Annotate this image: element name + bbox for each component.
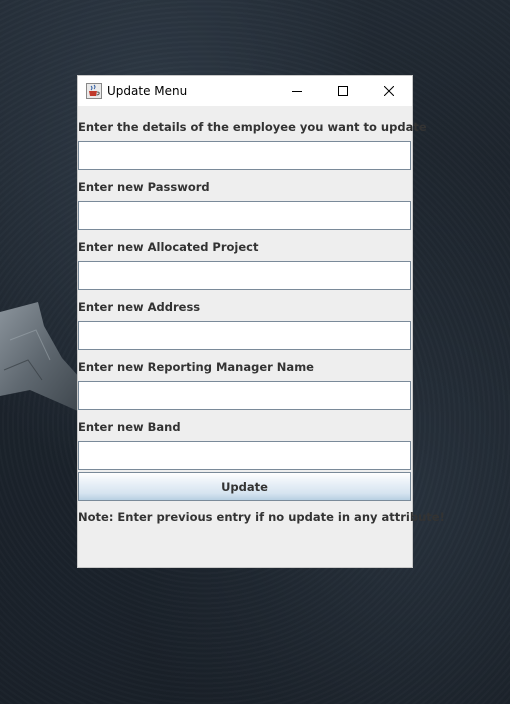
reporting-manager-label: Enter new Reporting Manager Name bbox=[78, 360, 314, 374]
minimize-icon bbox=[292, 91, 302, 92]
allocated-project-label: Enter new Allocated Project bbox=[78, 240, 259, 254]
reporting-manager-input[interactable] bbox=[78, 381, 411, 410]
update-note: Note: Enter previous entry if no update … bbox=[78, 510, 445, 524]
desktop-wallpaper-shape bbox=[0, 302, 80, 412]
address-input[interactable] bbox=[78, 321, 411, 350]
employee-details-input[interactable] bbox=[78, 141, 411, 170]
minimize-button[interactable] bbox=[274, 76, 320, 106]
title-bar[interactable]: Update Menu bbox=[78, 76, 412, 106]
employee-details-label: Enter the details of the employee you wa… bbox=[78, 120, 427, 134]
update-menu-window: Update Menu Enter the details of the emp… bbox=[78, 76, 445, 567]
close-button[interactable] bbox=[366, 76, 412, 106]
password-label: Enter new Password bbox=[78, 180, 210, 194]
band-input[interactable] bbox=[78, 441, 411, 470]
window-title: Update Menu bbox=[107, 84, 188, 98]
address-label: Enter new Address bbox=[78, 300, 201, 314]
maximize-icon bbox=[338, 86, 348, 96]
band-label: Enter new Band bbox=[78, 420, 181, 434]
maximize-button[interactable] bbox=[320, 76, 366, 106]
java-coffee-cup-icon bbox=[86, 83, 102, 99]
update-button[interactable]: Update bbox=[78, 472, 411, 501]
allocated-project-input[interactable] bbox=[78, 261, 411, 290]
close-icon bbox=[384, 86, 394, 96]
password-input[interactable] bbox=[78, 201, 411, 230]
